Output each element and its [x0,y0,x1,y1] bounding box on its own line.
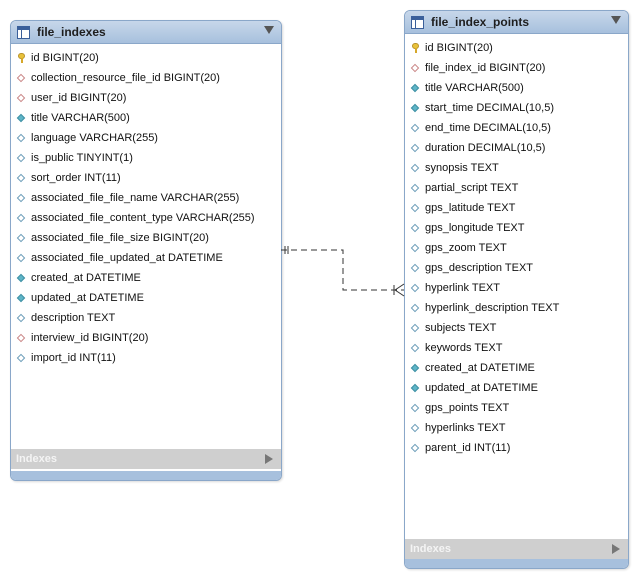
relationship-connector[interactable] [0,0,638,578]
crowfoot-line [394,289,405,297]
crowfoot-line [394,283,405,291]
relationship-line [281,249,404,291]
